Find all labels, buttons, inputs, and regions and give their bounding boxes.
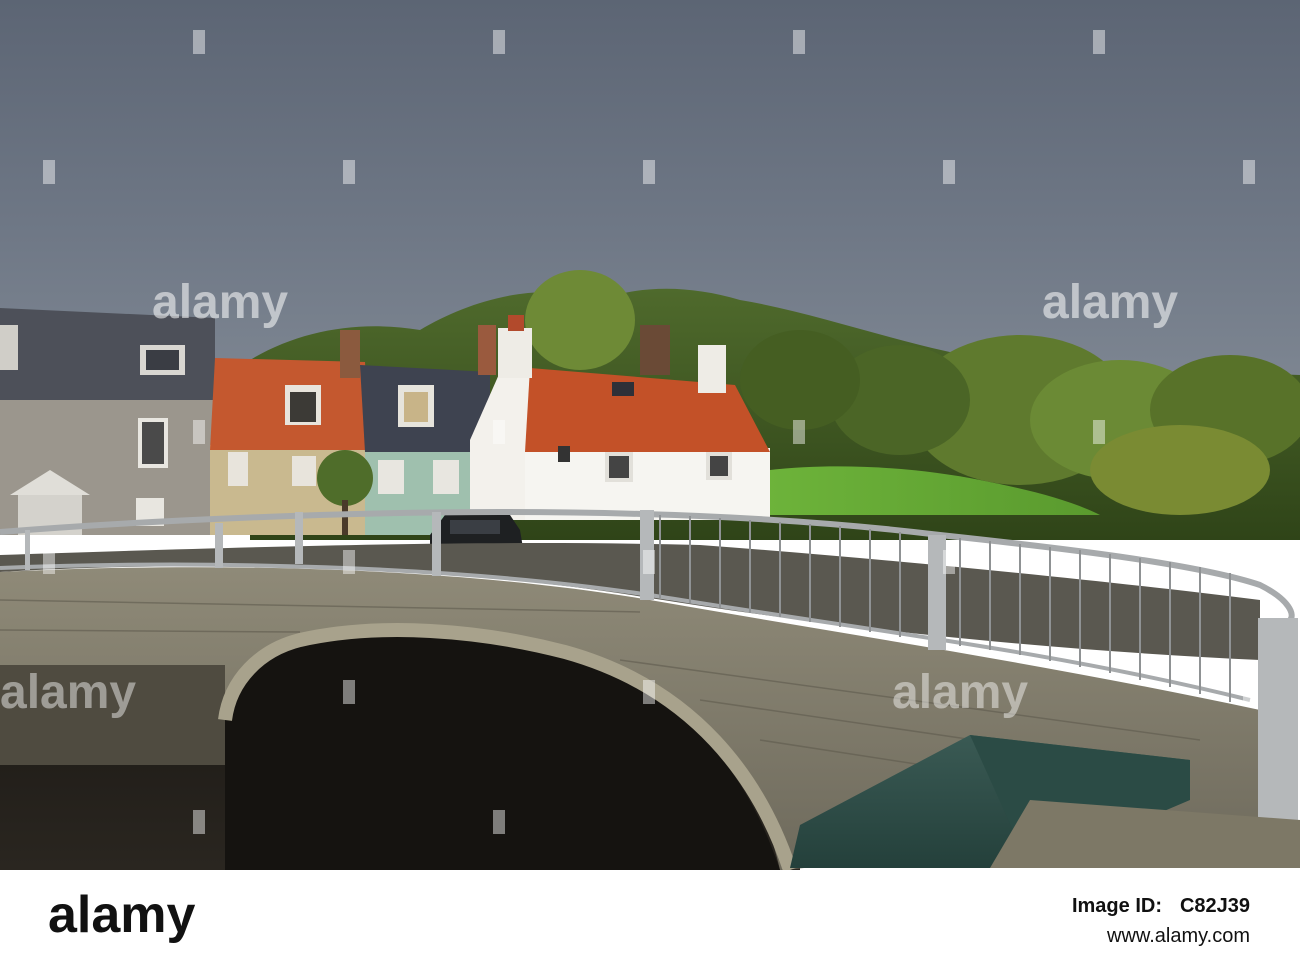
- footer-url: www.alamy.com: [1106, 925, 1250, 947]
- watermark-text-bottom-left: alamy: [0, 666, 136, 719]
- watermark-text-bottom-right: alamy: [892, 666, 1028, 719]
- stock-photo: alamy alamy alamy alamy alamy Image ID: …: [0, 0, 1300, 960]
- watermark-text-right: alamy: [1042, 276, 1178, 329]
- image-id-label: Image ID:: [1072, 895, 1162, 917]
- image-id-value: C82J39: [1180, 895, 1250, 917]
- footer-logo: alamy: [48, 886, 196, 944]
- watermark-text-left: alamy: [152, 276, 288, 329]
- grey-terrace-house: [0, 308, 215, 535]
